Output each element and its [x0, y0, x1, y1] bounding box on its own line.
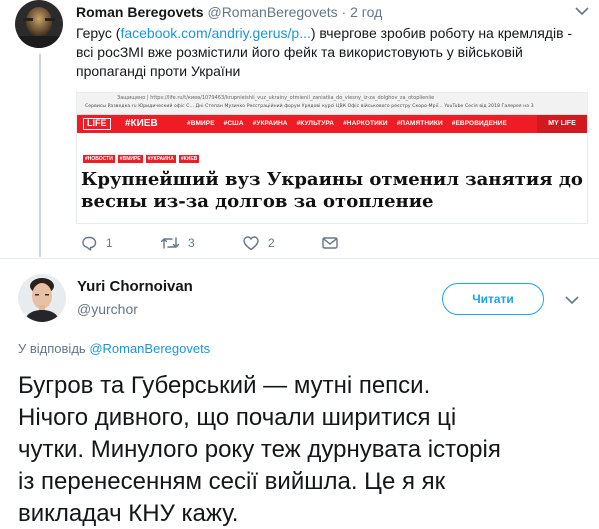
tweet-link[interactable]: facebook.com/andriy.gerus/p... [120, 25, 310, 41]
site-tag: #НОВОСТИ [83, 155, 115, 163]
site-tag: #ВМИРЕ [117, 155, 143, 163]
like-count: 2 [268, 236, 275, 250]
site-section: #КИЕВ [125, 118, 158, 129]
reply-count: 1 [106, 236, 113, 250]
browser-bookmarks: Сервисы Разведка.ru Юридический офіс С..… [85, 104, 534, 109]
chevron-down-icon[interactable] [564, 293, 580, 307]
retweet-button[interactable]: 3 [160, 234, 195, 252]
avatar[interactable] [15, 0, 63, 48]
site-tags: #НОВОСТИ #ВМИРЕ #УКРАИНА #КИЕВ [83, 155, 202, 163]
site-navbar: LIFE #КИЕВ #ВМИРЕ #США #УКРАИНА #КУЛЬТУРА #Н… [77, 115, 587, 133]
reply-handle-link[interactable]: @RomanBeregovets [89, 341, 210, 356]
tweet-header: Roman Beregovets @RomanBeregovets · 2 го… [76, 4, 382, 20]
site-mylife: MY LIFE [537, 115, 587, 133]
reply-context: У відповідь @RomanBeregovets [18, 341, 210, 356]
author-name[interactable]: Roman Beregovets [76, 4, 204, 20]
site-tag: #УКРАИНА [145, 155, 176, 163]
follow-button[interactable]: Читати [442, 283, 544, 315]
site-nav-item: #ЕВРОВИДЕНИЕ [451, 120, 507, 127]
article-headline: Крупнейший вуз Украины отменил занятия д… [81, 169, 583, 212]
message-icon [322, 237, 338, 249]
site-logo: LIFE [83, 118, 111, 130]
reply-icon [82, 236, 97, 251]
author-handle[interactable]: @yurchor [77, 301, 138, 317]
author-handle[interactable]: @RomanBeregovets [207, 4, 337, 20]
chevron-down-icon[interactable] [574, 4, 590, 18]
browser-chrome: Защищено | https://life.ru/t/киев/107946… [77, 93, 587, 115]
thread-line [39, 54, 41, 257]
site-nav-item: #НАРКОТИКИ [343, 120, 388, 127]
like-button[interactable]: 2 [242, 234, 275, 252]
timestamp[interactable]: 2 год [350, 4, 382, 20]
tweet-actions: 1 3 2 [76, 234, 376, 252]
site-nav-item: #ПАМЯТНИКИ [396, 120, 443, 127]
browser-url: Защищено | https://life.ru/t/киев/107946… [117, 95, 435, 101]
site-nav-item: #США [223, 120, 244, 127]
message-button[interactable] [321, 234, 339, 252]
tweet-text-part: Герус ( [76, 25, 121, 41]
reply-prefix: У відповідь [18, 341, 86, 356]
retweet-count: 3 [188, 236, 195, 250]
tweet-text: Бугров та Губерський — мутні пепси. Нічо… [18, 372, 501, 527]
tweet-text: Герус (facebook.com/andriy.gerus/p...) в… [76, 24, 591, 81]
embedded-screenshot[interactable]: Защищено | https://life.ru/t/киев/107946… [76, 92, 588, 224]
avatar[interactable] [18, 274, 66, 322]
like-icon [243, 236, 259, 251]
retweet-icon [160, 237, 180, 249]
divider [0, 258, 599, 259]
reply-button[interactable]: 1 [80, 234, 113, 252]
site-nav-item: #УКРАИНА [252, 120, 288, 127]
site-nav-item: #КУЛЬТУРА [296, 120, 335, 127]
parent-tweet[interactable]: Roman Beregovets @RomanBeregovets · 2 го… [0, 0, 599, 257]
site-nav-item: #ВМИРЕ [187, 120, 215, 127]
site-nav-items: #ВМИРЕ #США #УКРАИНА #КУЛЬТУРА #НАРКОТИКИ #ПА… [187, 120, 516, 127]
site-tag: #КИЕВ [178, 155, 200, 163]
separator: · [341, 4, 347, 20]
author-name[interactable]: Yuri Chornoivan [77, 278, 193, 295]
